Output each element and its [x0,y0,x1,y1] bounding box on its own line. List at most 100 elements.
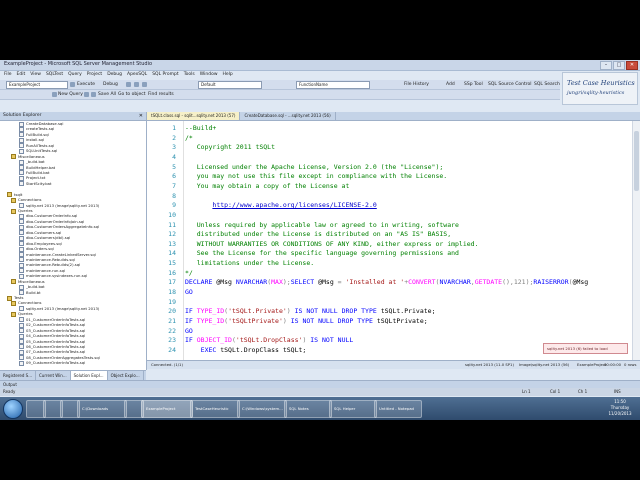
taskbar-button[interactable]: TestCaseHeuristic [190,400,240,418]
taskbar-button[interactable]: ExampleProject [141,400,193,418]
tree-item-label: 06_CustomerOrderInfoTests.sql [26,343,86,349]
results-icon[interactable] [142,82,147,87]
source-control-button[interactable]: SQL Source Control [488,81,532,88]
code-token: NVARCHAR [235,278,268,287]
code-line[interactable]: Licensed under the Apache License, Versi… [185,163,444,171]
menu-window[interactable]: Window [200,71,218,79]
code-token: You may obtain a copy of the License at [185,181,350,190]
new-query-button[interactable]: New Query [58,91,83,98]
tab-current-window[interactable]: Current Win... [36,371,71,380]
ssp-tool-button[interactable]: SSp Tool [464,81,483,88]
tab-solution-explorer[interactable]: Solution Expl... [70,371,108,380]
menu-sqltest[interactable]: SQLTest [46,71,63,79]
code-editor[interactable]: 1 2 3 4 5 6 7 8 9 10 11 12 13 14 15 16 17 18 19 20 21 22 23 24 … [147,121,640,360]
open-icon[interactable] [84,92,89,97]
taskbar-button[interactable]: SQL Helper [329,400,377,418]
menu-sql-prompt[interactable]: SQL Prompt [152,71,178,79]
menu-debug[interactable]: Debug [107,71,122,79]
file-icon [19,360,24,366]
menu-apexsql[interactable]: ApexSQL [127,71,147,79]
new-query-icon[interactable] [52,92,57,97]
license-link[interactable]: http://www.apache.org/licenses/LICENSE-2… [212,201,376,209]
code-line[interactable]: IF OBJECT_ID('tSQLt.DropClass') IS NOT N… [185,336,353,344]
save-icon[interactable] [91,92,96,97]
pin-icon[interactable]: ✕ [139,112,143,120]
code-line[interactable]: you may not use this file except in comp… [185,172,447,180]
tab-tsqlt-class[interactable]: tSQLt.class.sql - sqlit...sqlity.net 201… [147,112,241,120]
taskbar-button[interactable]: Untitled - Notepad [374,400,422,418]
code-line[interactable]: GO [185,327,193,335]
connection-error-toast[interactable]: sqlity.net 2013 (6) failed to load [543,343,628,354]
code-line[interactable]: IF TYPE_ID('tSQLtPrivate') IS NOT NULL D… [185,317,428,325]
user-name: Image\sqlity.net 2013 (56) [519,362,570,367]
scroll-thumb[interactable] [634,131,639,191]
menu-project[interactable]: Project [87,71,102,79]
system-clock[interactable]: 11:50 Thursday 11/20/2013 [606,399,634,417]
code-line[interactable]: See the License for the specific languag… [185,249,459,257]
menu-file[interactable]: File [4,71,12,79]
menu-view[interactable]: View [30,71,41,79]
parse-icon[interactable] [134,82,139,87]
status-ready: Ready [3,389,16,394]
code-token: IS NOT NULL DROP TYPE [286,317,373,325]
line-number: 3 [172,143,176,152]
line-number: 11 [168,220,176,229]
code-line[interactable]: DECLARE @Msg NVARCHAR(MAX);SELECT @Msg =… [185,278,588,286]
run-icon[interactable] [70,82,75,87]
menu-query[interactable]: Query [68,71,82,79]
tree-item[interactable]: 09_CustomerOrderInfoTests.sql [0,360,146,366]
go-to-object-button[interactable]: Go to object [118,91,146,98]
close-button[interactable]: ✕ [626,61,638,70]
code-line[interactable]: limitations under the License. [185,259,314,267]
file-history-button[interactable]: File History [404,81,429,88]
code-line[interactable]: GO [185,288,193,296]
font-combo[interactable]: FunctionName [296,81,370,89]
code-line[interactable]: --Build+ [185,124,216,132]
menu-edit[interactable]: Edit [17,71,26,79]
project-combo[interactable]: ExampleProject [6,81,68,89]
start-button[interactable] [3,399,23,419]
code-line[interactable]: IF TYPE_ID('tSQLt.Private') IS NOT NULL … [185,307,436,315]
taskbar-button[interactable]: C:\Windows\system... [237,400,287,418]
maximize-button[interactable]: □ [613,61,625,70]
code-line[interactable]: EXEC tSQLt.DropClass tSQLt; [185,345,307,354]
menu-help[interactable]: Help [223,71,233,79]
line-number: 10 [168,210,176,219]
tree-item-label: SQLUnitTests.sql [26,148,58,154]
mode-combo[interactable]: Default [198,81,262,89]
window-title: ExampleProject - Microsoft SQL Server Ma… [4,61,153,67]
code-line[interactable]: WITHOUT WARRANTIES OR CONDITIONS OF ANY … [185,240,479,248]
debug-button[interactable]: Debug [103,81,118,88]
code-line[interactable]: /* [185,134,193,142]
tab-create-database[interactable]: CreateDatabase.sql - ...sqlity.net 2013 … [240,112,336,120]
tab-object-explorer[interactable]: Object Explo... [108,371,144,380]
code-line[interactable]: distributed under the License is distrib… [185,230,451,238]
output-panel-tab[interactable]: Output [0,380,640,388]
letterbox-bottom [0,420,640,480]
find-results-button[interactable]: Find results [148,91,174,98]
badge-subtitle: jungri/sqlity-heuristics [567,90,625,96]
solution-explorer-title: Solution Explorer [3,113,42,118]
save-all-button[interactable]: Save All [98,91,116,98]
tree-item-label: 01_CustomerOrderInfoTests.sql [26,316,86,322]
code-line[interactable]: Copyright 2011 tSQLt [185,143,275,151]
tab-registered-servers[interactable]: Registered S... [0,371,37,380]
stop-icon[interactable] [126,82,131,87]
execute-button[interactable]: Execute [77,81,95,88]
code-line[interactable]: */ [185,269,193,277]
code-line[interactable]: You may obtain a copy of the License at [185,181,350,190]
taskbar-button[interactable]: SQL Notes [284,400,332,418]
code-token: distributed under the License is distrib… [185,230,452,239]
code-line[interactable]: Unless required by applicable law or agr… [185,221,459,229]
minimize-button[interactable]: – [600,61,612,70]
tree-item-label: Tests [14,295,24,300]
code-line[interactable]: http://www.apache.org/licenses/LICENSE-2… [185,201,376,209]
sql-search-button[interactable]: SQL Search [534,81,560,88]
menu-tools[interactable]: Tools [184,71,195,79]
vertical-scrollbar[interactable] [632,121,640,360]
solution-explorer: Solution Explorer ✕ CreateDatabase.sql cr… [0,112,147,370]
code-token: EXEC [185,345,217,354]
add-button[interactable]: Add [446,81,455,88]
taskbar-button[interactable]: C:\Downloads [77,400,127,418]
code-token: */ [185,268,193,277]
